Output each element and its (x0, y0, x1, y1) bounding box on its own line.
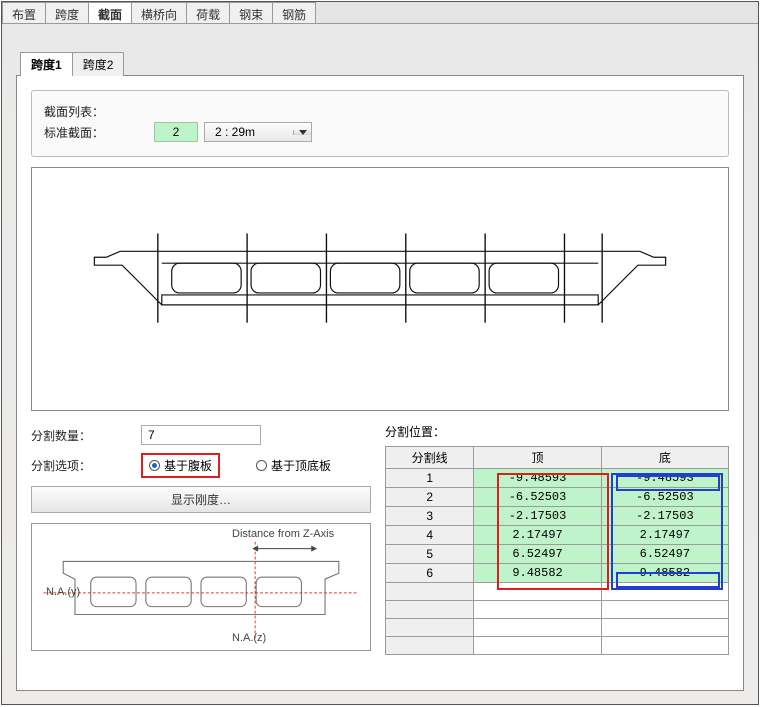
tab-tendon[interactable]: 钢束 (229, 2, 273, 23)
col-bot: 底 (601, 447, 728, 469)
nay-label: N.A.(y) (46, 586, 80, 598)
split-count-input[interactable] (141, 425, 261, 445)
main-tabs: 布置 跨度 截面 横桥向 荷载 钢束 钢筋 (2, 2, 758, 24)
section-svg (32, 168, 728, 410)
app-panel: 布置 跨度 截面 横桥向 荷载 钢束 钢筋 跨度1 跨度2 截面列表： 标准截面… (1, 1, 759, 705)
std-section-combo-text: 2 : 29m (205, 123, 293, 141)
subpanel-content: 截面列表： 标准截面： 2 2 : 29m (16, 75, 744, 691)
tab-span[interactable]: 跨度 (45, 2, 89, 23)
col-splitline: 分割线 (386, 447, 474, 469)
std-section-num[interactable]: 2 (154, 122, 198, 142)
section-list-group: 截面列表： 标准截面： 2 2 : 29m (31, 90, 729, 157)
std-section-combo[interactable]: 2 : 29m (204, 122, 312, 142)
split-position-table[interactable]: 分割线 顶 底 1-9.48593-9.48593 2-6.52503-6.52… (385, 446, 729, 655)
radio-by-web-label: 基于腹板 (164, 457, 212, 474)
dist-label: Distance from Z-Axis (232, 528, 334, 540)
section-thumb: Distance from Z-Axis N.A.(y) N.A.(z) (31, 523, 371, 651)
naz-label: N.A.(z) (232, 632, 266, 644)
section-list-label: 截面列表： (44, 103, 154, 120)
split-option-label: 分割选项： (31, 457, 141, 474)
tab-rebar[interactable]: 钢筋 (272, 2, 316, 23)
radio-by-slab[interactable]: 基于顶底板 (250, 455, 337, 476)
radio-by-slab-label: 基于顶底板 (271, 457, 331, 474)
std-section-label: 标准截面： (44, 124, 154, 141)
lower-row: 分割数量： 分割选项： 基于腹板 基于顶底板 (31, 423, 729, 655)
col-top: 顶 (474, 447, 601, 469)
radio-by-web[interactable]: 基于腹板 (141, 453, 220, 478)
dropdown-icon[interactable] (293, 130, 311, 135)
show-stiffness-button[interactable]: 显示刚度… (31, 486, 371, 513)
split-count-label: 分割数量： (31, 427, 141, 444)
subtab-span2[interactable]: 跨度2 (72, 52, 125, 76)
radio-dot-icon (256, 460, 267, 471)
split-position-title: 分割位置： (385, 423, 729, 440)
split-config: 分割数量： 分割选项： 基于腹板 基于顶底板 (31, 423, 371, 655)
tab-load[interactable]: 荷载 (186, 2, 230, 23)
sub-tabs: 跨度1 跨度2 (20, 52, 758, 76)
tab-section[interactable]: 截面 (88, 2, 132, 23)
section-figure (31, 167, 729, 411)
tab-layout[interactable]: 布置 (2, 2, 46, 23)
subtab-span1[interactable]: 跨度1 (20, 52, 73, 76)
radio-dot-icon (149, 460, 160, 471)
tab-transverse[interactable]: 横桥向 (131, 2, 187, 23)
split-position-area: 分割位置： 分割线 顶 底 1-9.48593-9.48593 2-6 (385, 423, 729, 655)
